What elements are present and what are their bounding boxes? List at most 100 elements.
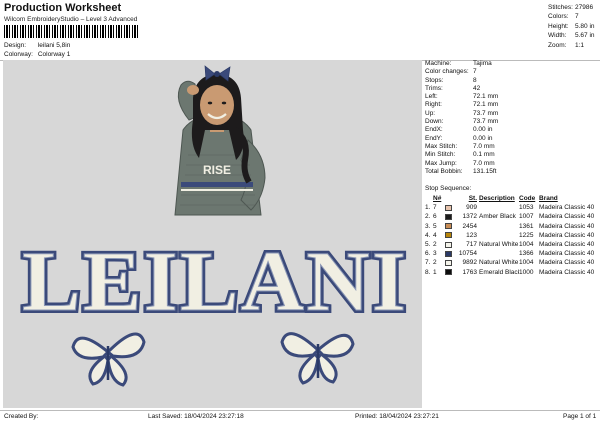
thread-brand: Madeira Classic 40 xyxy=(539,204,595,212)
butterfly-left-icon xyxy=(71,332,146,387)
info-value: 8 xyxy=(473,76,477,84)
needle-number: 5 xyxy=(433,222,437,230)
last-saved: Last Saved: 18/04/2024 23:27:18 xyxy=(148,413,244,420)
color-swatch xyxy=(445,232,452,239)
color-swatch xyxy=(445,250,452,257)
swatch-cell xyxy=(445,259,457,266)
needle-number: 7 xyxy=(433,204,437,212)
stitch-count: 123 xyxy=(466,231,477,239)
needle-number: 4 xyxy=(433,231,437,239)
swatch-cell xyxy=(445,213,457,220)
butterfly-right-icon xyxy=(280,332,355,385)
stitch-count: 717 xyxy=(466,240,477,248)
info-value: 7.0 mm xyxy=(473,159,495,167)
col-desc: Description xyxy=(479,195,515,202)
stat-width: Width: 5.67 in xyxy=(548,31,595,40)
thread-code: 1361 xyxy=(519,222,534,230)
shirt-text: RISE xyxy=(203,163,231,177)
thread-code: 1007 xyxy=(519,213,534,221)
info-value: Tajima xyxy=(473,60,492,67)
swatch-cell xyxy=(445,269,457,276)
info-value: 0.00 in xyxy=(473,134,493,142)
wordmark-outline: LEILANI xyxy=(22,233,408,329)
thread-code: 1004 xyxy=(519,259,534,267)
row-index: 1. xyxy=(425,204,431,212)
girl-figure: RISE xyxy=(174,65,266,216)
needle-number: 1 xyxy=(433,268,437,276)
row-index: 5. xyxy=(425,240,431,248)
stat-label: Width: xyxy=(548,32,567,40)
stat-value: 7 xyxy=(575,13,579,21)
colorway-label: Colorway: xyxy=(4,51,33,58)
software-subtitle: Wilcom EmbroideryStudio – Level 3 Advanc… xyxy=(4,16,138,23)
swatch-cell xyxy=(445,250,457,257)
barcode xyxy=(4,25,138,38)
info-row: Max Stitch: 7.0 mm xyxy=(425,143,600,151)
info-value: 73.7 mm xyxy=(473,109,499,117)
colorway-value: Colorway 1 xyxy=(37,51,71,58)
info-row: Right: 72.1 mm xyxy=(425,101,600,109)
table-row: 5. 2 717 Natural White 1004 Madeira Classic 4… xyxy=(425,240,600,249)
table-row: 2. 6 1372 Amber Black 1007 Madeira Classic 40 xyxy=(425,212,600,221)
design-row: Design: leilani 5,8in xyxy=(4,42,70,49)
thread-brand: Madeira Classic 40 xyxy=(539,231,595,239)
stat-value: 5.80 in xyxy=(575,22,595,30)
embroidery-design: RISE LEILANI LEILANI xyxy=(19,65,409,387)
table-row: 3. 5 2454 1361 Madeira Classic 40 xyxy=(425,222,600,231)
info-row: Left: 72.1 mm xyxy=(425,93,600,101)
stitch-count: 909 xyxy=(466,204,477,212)
stat-label: Zoom: xyxy=(548,41,567,49)
color-swatch xyxy=(445,269,452,276)
info-label: EndY: xyxy=(425,134,443,142)
info-row: Up: 73.7 mm xyxy=(425,110,600,118)
table-row: 6. 3 10754 1366 Madeira Classic 40 xyxy=(425,249,600,258)
info-value: 0.1 mm xyxy=(473,151,495,159)
col-code: Code xyxy=(519,195,536,202)
info-value: 7.0 mm xyxy=(473,142,495,150)
stat-stitches: Stitches: 27986 xyxy=(548,3,595,12)
created-by: Created By: xyxy=(4,413,39,420)
info-row: EndX: 0.00 in xyxy=(425,126,600,134)
thread-code: 1004 xyxy=(519,240,534,248)
stop-sequence-heading: Stop Sequence: xyxy=(425,185,472,192)
machine-info: Machine: Tajima Color changes: 7 Stops: 8 T… xyxy=(425,60,600,176)
info-row: EndY: 0.00 in xyxy=(425,135,600,143)
stitch-count: 9892 xyxy=(462,259,477,267)
needle-number: 2 xyxy=(433,259,437,267)
info-value: 0.00 in xyxy=(473,126,493,134)
info-label: Trims: xyxy=(425,84,443,92)
stitch-count: 10754 xyxy=(458,250,477,258)
info-label: EndX: xyxy=(425,126,443,134)
swatch-cell xyxy=(445,241,457,248)
swatch-cell xyxy=(445,204,457,211)
info-value: 72.1 mm xyxy=(473,93,499,101)
info-label: Machine: xyxy=(425,60,452,67)
info-label: Total Bobbin: xyxy=(425,167,463,175)
thread-brand: Madeira Classic 40 xyxy=(539,240,595,248)
table-row: 4. 4 123 1225 Madeira Classic 40 xyxy=(425,231,600,240)
stat-value: 5.67 in xyxy=(575,32,595,40)
row-index: 4. xyxy=(425,231,431,239)
thread-brand: Madeira Classic 40 xyxy=(539,213,595,221)
row-index: 8. xyxy=(425,268,431,276)
color-swatch xyxy=(445,241,452,248)
stat-zoom: Zoom: 1:1 xyxy=(548,41,595,50)
stitch-count: 1372 xyxy=(462,213,477,221)
color-swatch xyxy=(445,259,452,266)
table-row: 7. 2 9892 Natural White 1004 Madeira Classic … xyxy=(425,258,600,267)
thread-description: Natural White xyxy=(479,240,519,248)
info-label: Color changes: xyxy=(425,68,469,76)
stat-value: 1:1 xyxy=(575,41,585,49)
info-label: Left: xyxy=(425,93,438,101)
design-stats: Stitches: 27986 Colors: 7 Height: 5.80 in W… xyxy=(548,3,595,50)
info-label: Up: xyxy=(425,109,436,117)
design-label: Design: xyxy=(4,42,27,49)
design-preview: RISE LEILANI LEILANI xyxy=(3,60,422,408)
row-index: 7. xyxy=(425,259,431,267)
stitch-count: 2454 xyxy=(462,222,477,230)
info-label: Right: xyxy=(425,101,442,109)
wordmark: LEILANI LEILANI xyxy=(19,230,409,332)
stat-value: 27986 xyxy=(575,4,594,11)
info-value: 7 xyxy=(473,68,477,76)
info-value: 42 xyxy=(473,84,481,92)
